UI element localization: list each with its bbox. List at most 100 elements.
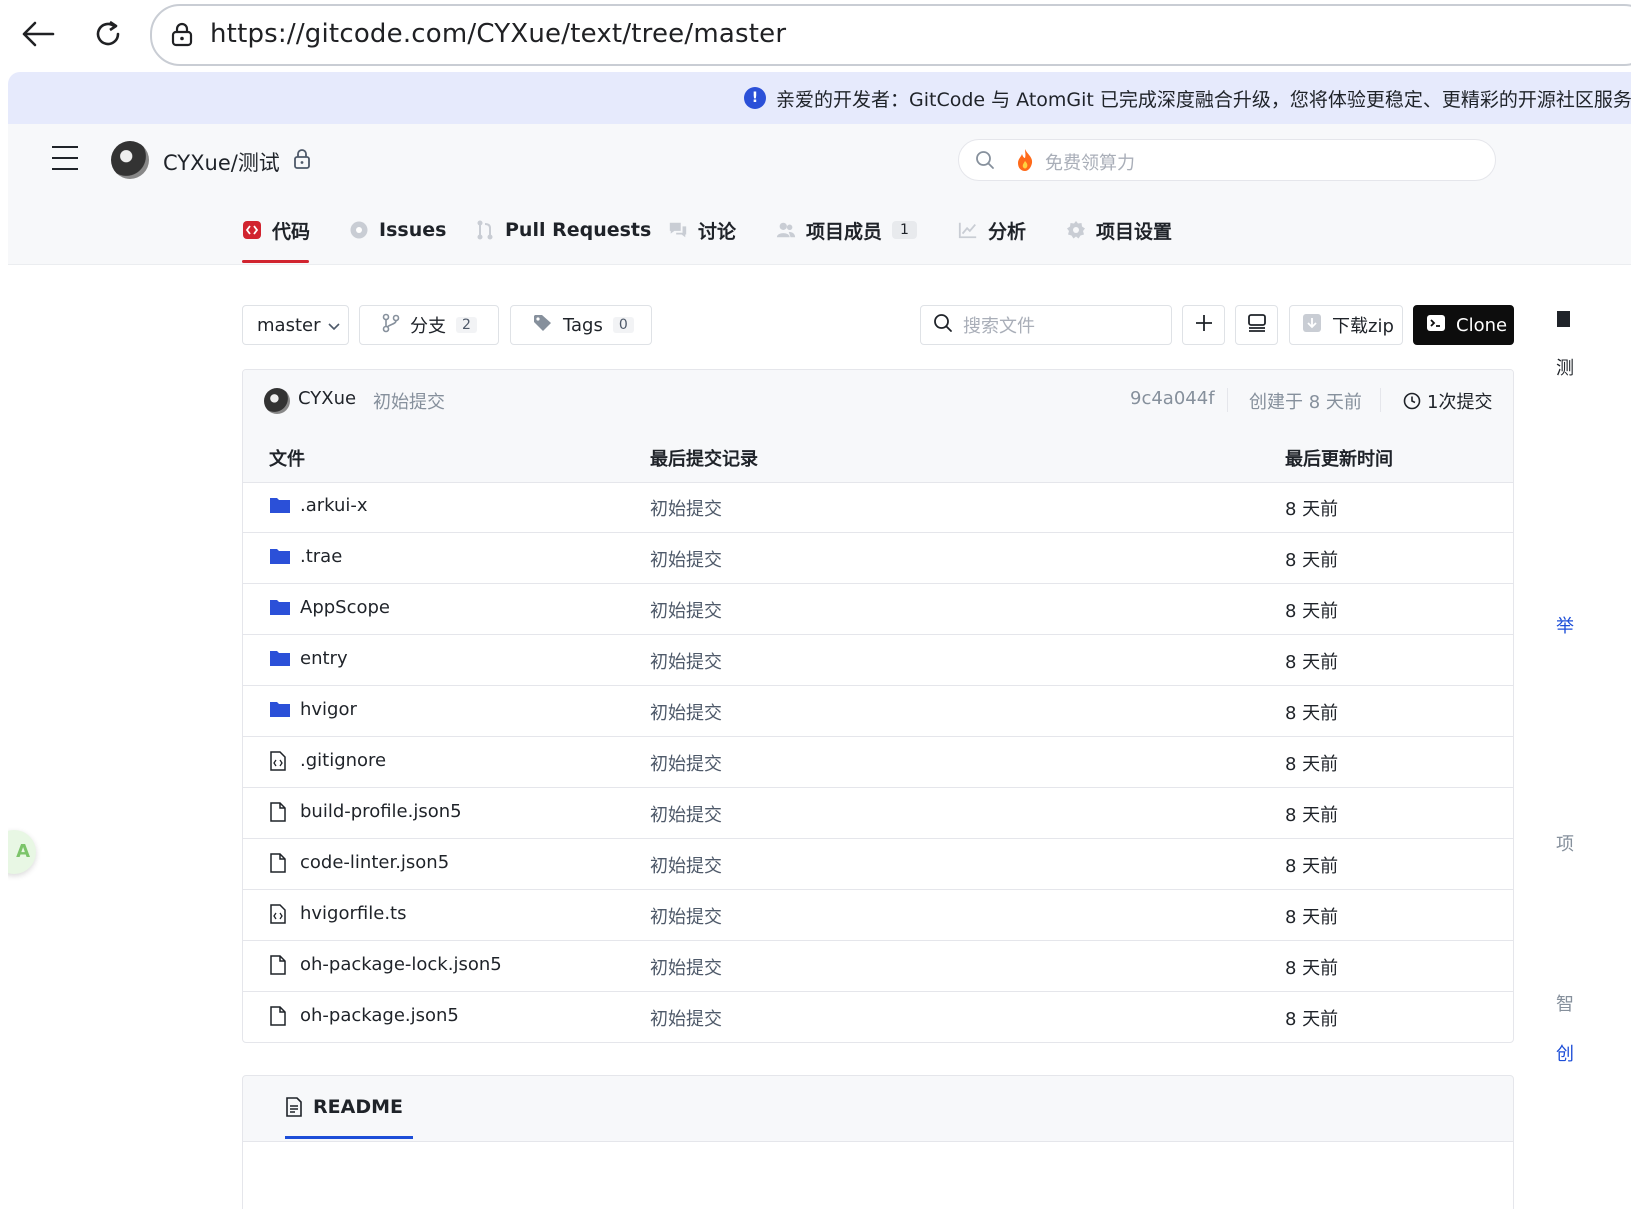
- table-row[interactable]: hvigorfile.ts 初始提交 8 天前: [243, 890, 1513, 941]
- file-commit-message[interactable]: 初始提交: [650, 750, 722, 776]
- last-commit-bar: CYXue 初始提交 9c4a044f 创建于 8 天前 1次提交: [243, 370, 1513, 432]
- menu-icon[interactable]: [52, 146, 78, 172]
- members-icon: [776, 220, 796, 240]
- table-row[interactable]: hvigor 初始提交 8 天前: [243, 686, 1513, 737]
- global-search-input[interactable]: 免费领算力: [958, 139, 1496, 181]
- tab-issues[interactable]: Issues: [349, 218, 446, 242]
- file-updated-time: 8 天前: [1285, 754, 1339, 775]
- file-name[interactable]: hvigorfile.ts: [300, 903, 406, 924]
- address-bar[interactable]: https://gitcode.com/CYXue/text/tree/mast…: [150, 4, 1631, 66]
- branches-label: 分支: [410, 316, 446, 337]
- side-text[interactable]: 举: [1556, 612, 1574, 638]
- clone-label: Clone: [1456, 314, 1508, 336]
- tags-label: Tags: [563, 314, 603, 336]
- chart-icon: [958, 220, 978, 240]
- tab-label: Pull Requests: [505, 219, 652, 241]
- tab-settings[interactable]: 项目设置: [1066, 218, 1172, 243]
- tab-label: 项目成员: [806, 220, 883, 243]
- side-doc-icon: [1556, 309, 1570, 334]
- table-row[interactable]: entry 初始提交 8 天前: [243, 635, 1513, 686]
- browser-chrome: https://gitcode.com/CYXue/text/tree/mast…: [0, 0, 1631, 72]
- download-zip-button[interactable]: 下载zip: [1289, 305, 1403, 345]
- file-name[interactable]: entry: [300, 648, 348, 669]
- search-icon: [933, 313, 953, 338]
- clone-button[interactable]: Clone: [1413, 305, 1514, 345]
- file-name[interactable]: oh-package-lock.json5: [300, 954, 502, 975]
- file-commit-message[interactable]: 初始提交: [650, 954, 722, 980]
- lock-icon: [293, 148, 311, 174]
- file-icon: [269, 802, 291, 822]
- file-commit-message[interactable]: 初始提交: [650, 597, 722, 623]
- commit-author[interactable]: CYXue: [298, 388, 356, 409]
- commit-created: 创建于 8 天前: [1249, 392, 1362, 413]
- table-row[interactable]: oh-package-lock.json5 初始提交 8 天前: [243, 941, 1513, 992]
- file-search-input[interactable]: 搜索文件: [920, 305, 1172, 345]
- file-name[interactable]: hvigor: [300, 699, 357, 720]
- commit-message[interactable]: 初始提交: [373, 388, 445, 414]
- avatar[interactable]: [111, 141, 149, 179]
- side-text: 测: [1556, 358, 1574, 379]
- file-commit-message[interactable]: 初始提交: [650, 699, 722, 725]
- table-row[interactable]: .arkui-x 初始提交 8 天前: [243, 482, 1513, 533]
- readme-label: README: [313, 1096, 403, 1118]
- translate-float-button[interactable]: A: [8, 830, 36, 874]
- file-commit-message[interactable]: 初始提交: [650, 852, 722, 878]
- chevron-down-icon: [328, 315, 341, 336]
- tag-icon: [533, 314, 553, 337]
- table-header: 文件 最后提交记录 最后更新时间: [243, 431, 1513, 483]
- table-row[interactable]: .gitignore 初始提交 8 天前: [243, 737, 1513, 788]
- branch-name: master: [257, 314, 321, 336]
- commit-count: 1次提交: [1427, 392, 1493, 413]
- file-name[interactable]: oh-package.json5: [300, 1005, 459, 1026]
- file-name[interactable]: .arkui-x: [300, 495, 368, 516]
- file-name[interactable]: .trae: [300, 546, 342, 567]
- reload-icon[interactable]: [88, 14, 128, 54]
- file-updated-time: 8 天前: [1285, 499, 1339, 520]
- repo-name[interactable]: CYXue/测试: [163, 147, 280, 177]
- file-commit-message[interactable]: 初始提交: [650, 495, 722, 521]
- tab-members[interactable]: 项目成员 1: [776, 218, 917, 243]
- file-commit-message[interactable]: 初始提交: [650, 1005, 722, 1031]
- file-commit-message[interactable]: 初始提交: [650, 903, 722, 929]
- branches-button[interactable]: 分支 2: [359, 305, 499, 345]
- table-row[interactable]: .trae 初始提交 8 天前: [243, 533, 1513, 584]
- readme-tab[interactable]: README: [285, 1096, 403, 1118]
- tags-button[interactable]: Tags 0: [510, 305, 652, 345]
- file-name[interactable]: AppScope: [300, 597, 390, 618]
- document-icon: [285, 1097, 303, 1117]
- download-label: 下载zip: [1332, 316, 1394, 337]
- file-name[interactable]: build-profile.json5: [300, 801, 462, 822]
- table-row[interactable]: code-linter.json5 初始提交 8 天前: [243, 839, 1513, 890]
- file-commit-message[interactable]: 初始提交: [650, 648, 722, 674]
- top-bar: CYXue/测试 免费领算力: [8, 124, 1631, 196]
- branch-icon: [382, 313, 400, 338]
- table-row[interactable]: oh-package.json5 初始提交 8 天前: [243, 992, 1513, 1042]
- tab-discussion[interactable]: 讨论: [668, 218, 736, 243]
- active-tab-indicator: [242, 260, 309, 263]
- tab-analysis[interactable]: 分析: [958, 218, 1026, 243]
- add-file-button[interactable]: [1182, 305, 1225, 345]
- commit-hash[interactable]: 9c4a044f: [1130, 388, 1215, 409]
- back-icon[interactable]: [18, 14, 58, 54]
- file-name[interactable]: .gitignore: [300, 750, 386, 771]
- web-ide-button[interactable]: [1235, 305, 1278, 345]
- folder-icon: [269, 700, 291, 720]
- column-header: 文件: [269, 449, 305, 470]
- file-updated-time: 8 天前: [1285, 907, 1339, 928]
- tab-pull-requests[interactable]: Pull Requests: [475, 218, 651, 242]
- side-text[interactable]: 创: [1556, 1040, 1574, 1066]
- file-icon: [269, 955, 291, 975]
- table-row[interactable]: build-profile.json5 初始提交 8 天前: [243, 788, 1513, 839]
- table-row[interactable]: AppScope 初始提交 8 天前: [243, 584, 1513, 635]
- file-commit-message[interactable]: 初始提交: [650, 546, 722, 572]
- tab-code[interactable]: 代码: [242, 218, 310, 243]
- active-tab-indicator: [285, 1136, 413, 1139]
- file-name[interactable]: code-linter.json5: [300, 852, 449, 873]
- file-commit-message[interactable]: 初始提交: [650, 801, 722, 827]
- avatar[interactable]: [264, 388, 290, 414]
- pull-request-icon: [475, 220, 495, 240]
- commit-count-link[interactable]: 1次提交: [1403, 388, 1492, 414]
- site-info-icon[interactable]: [170, 22, 194, 52]
- branch-select[interactable]: master: [242, 305, 349, 345]
- clock-icon: [1403, 392, 1421, 410]
